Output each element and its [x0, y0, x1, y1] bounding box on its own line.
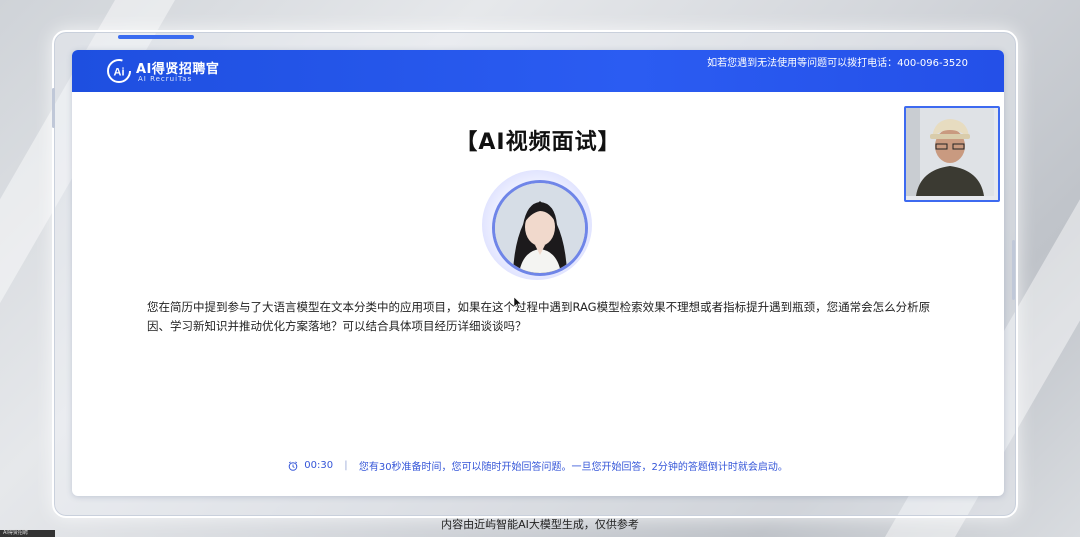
ai-logo-icon: Ai	[107, 59, 131, 83]
interview-panel: Ai AI得贤招聘官 AI RecruiTas 如若您遇到无法使用等问题可以拨打…	[72, 50, 1004, 496]
interview-question: 您在简历中提到参与了大语言模型在文本分类中的应用项目，如果在这个过程中遇到RAG…	[147, 300, 931, 333]
support-contact-text: 如若您遇到无法使用等问题可以拨打电话：400-096-3520	[707, 58, 968, 69]
interviewer-avatar-glow	[482, 170, 592, 280]
brand-subtitle: AI RecruiTas	[138, 75, 193, 83]
page-title: 【AI视频面试】	[455, 130, 621, 155]
divider: |	[344, 460, 348, 471]
countdown-timer: 00:30	[304, 460, 334, 471]
mouse-cursor-icon	[514, 297, 523, 309]
alarm-clock-icon	[288, 460, 298, 471]
frame-accent	[118, 35, 194, 39]
candidate-camera-preview	[904, 106, 1000, 202]
interviewer-portrait	[495, 183, 585, 273]
frame-accent	[1012, 240, 1015, 300]
prep-instruction: 您有30秒准备时间，您可以随时开始回答问题。一旦您开始回答，2分钟的答题倒计时就…	[358, 462, 788, 473]
frame-accent	[52, 88, 55, 128]
timer-bar: 00:30 | 您有30秒准备时间，您可以随时开始回答问题。一旦您开始回答，2分…	[72, 458, 1004, 473]
corner-watermark: AI得贤招聘	[0, 530, 55, 537]
ai-disclaimer: 内容由近屿智能AI大模型生成，仅供参考	[441, 518, 639, 531]
candidate-portrait	[906, 108, 994, 196]
interviewer-avatar	[492, 180, 588, 276]
svg-text:Ai: Ai	[114, 67, 125, 79]
header-bar: Ai AI得贤招聘官 AI RecruiTas 如若您遇到无法使用等问题可以拨打…	[72, 50, 1004, 92]
